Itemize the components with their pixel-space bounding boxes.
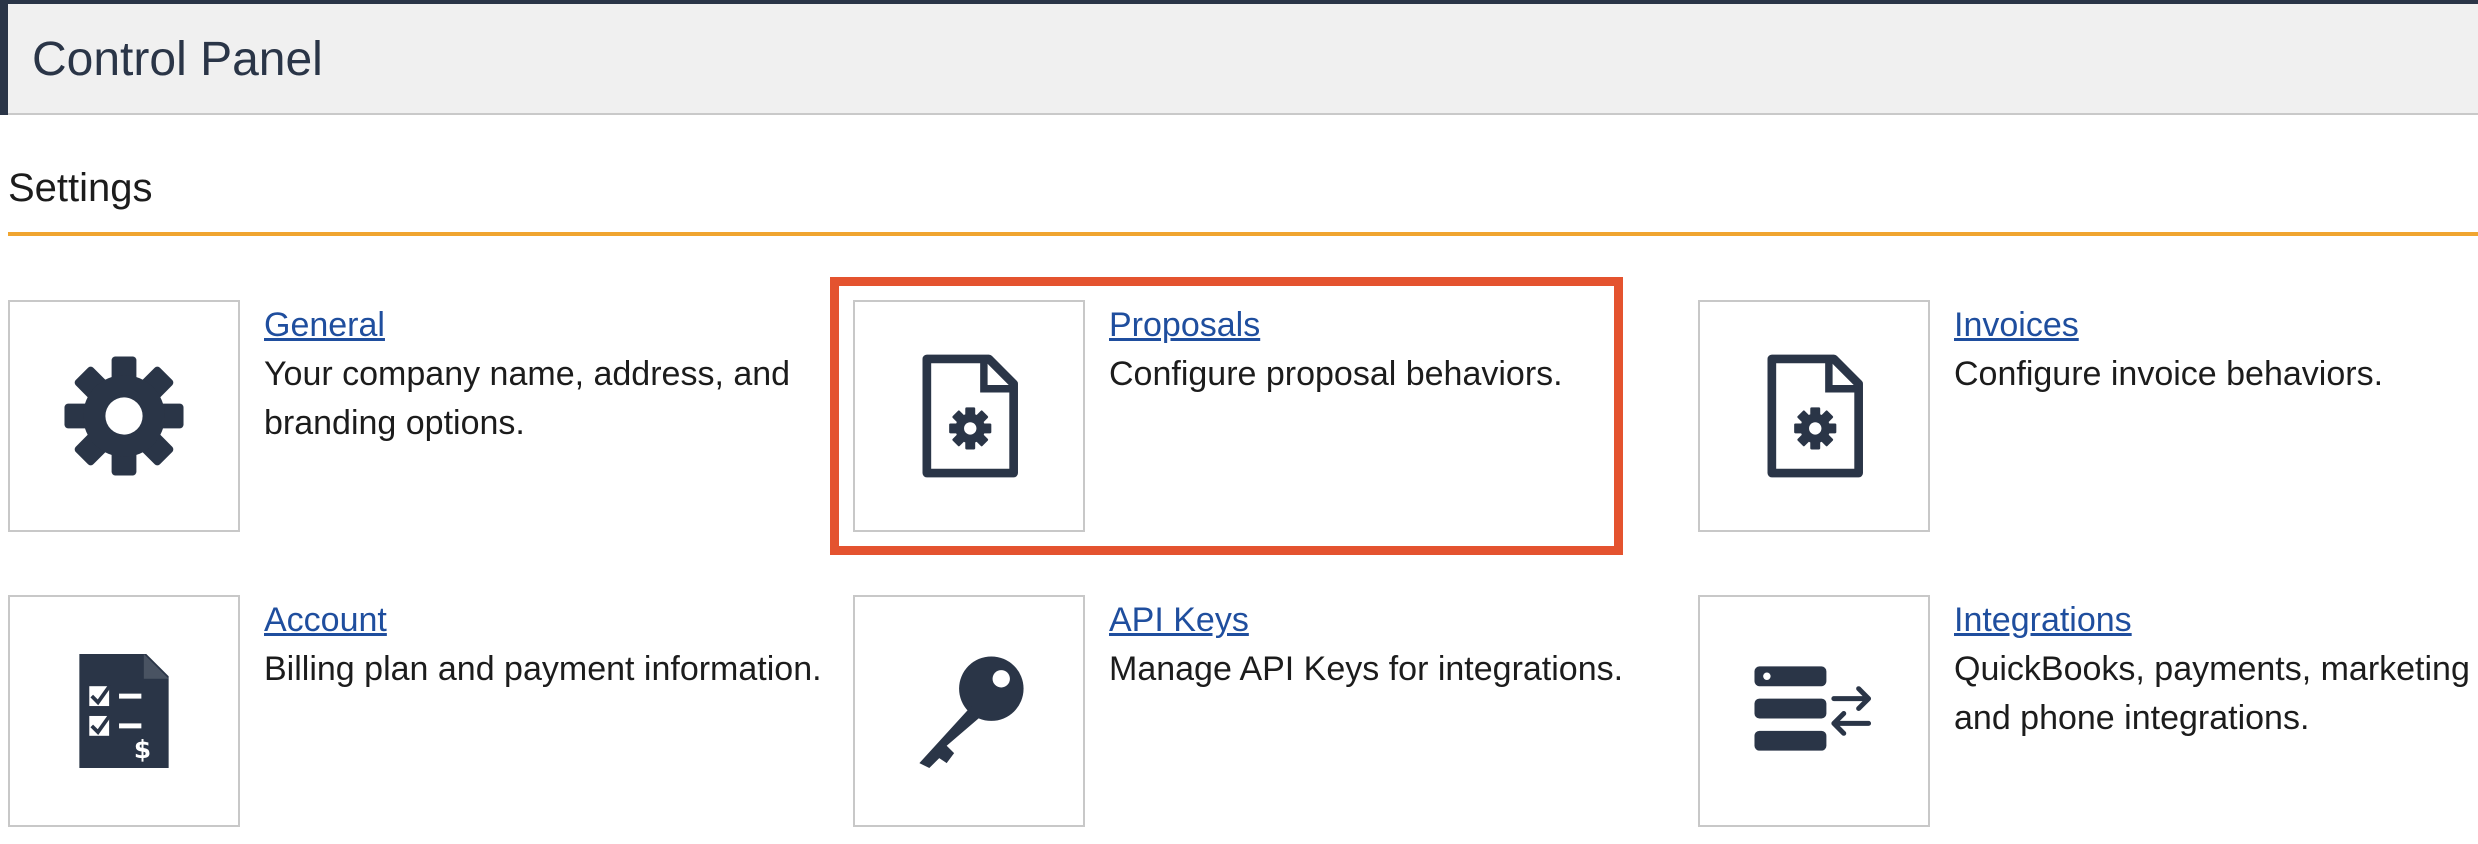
settings-tile-proposals: Proposals Configure proposal behaviors. — [853, 300, 1673, 532]
proposals-link[interactable]: Proposals — [1109, 302, 1260, 348]
settings-tile-account: $ Account Billing plan and payment infor… — [8, 595, 828, 827]
integrations-description: QuickBooks, payments, marketing and phon… — [1954, 650, 2470, 737]
account-description: Billing plan and payment information. — [264, 650, 822, 688]
general-icon-box[interactable] — [8, 300, 240, 532]
integrations-icon-box[interactable] — [1698, 595, 1930, 827]
section-title-settings: Settings — [8, 166, 153, 210]
api-keys-description: Manage API Keys for integrations. — [1109, 650, 1624, 688]
invoices-link[interactable]: Invoices — [1954, 302, 2079, 348]
proposals-icon-box[interactable] — [853, 300, 1085, 532]
checklist-billing-icon: $ — [74, 649, 174, 773]
invoices-description: Configure invoice behaviors. — [1954, 355, 2384, 393]
settings-tile-api-keys: API Keys Manage API Keys for integration… — [853, 595, 1673, 827]
general-link[interactable]: General — [264, 302, 385, 348]
key-icon — [907, 649, 1031, 773]
page-header: Control Panel — [0, 4, 2478, 115]
gear-icon — [62, 354, 186, 478]
api-keys-icon-box[interactable] — [853, 595, 1085, 827]
document-settings-icon — [919, 354, 1019, 478]
invoices-icon-box[interactable] — [1698, 300, 1930, 532]
section-divider — [8, 232, 2478, 236]
account-icon-box[interactable]: $ — [8, 595, 240, 827]
document-settings-icon — [1764, 354, 1864, 478]
settings-tile-integrations: Integrations QuickBooks, payments, marke… — [1698, 595, 2478, 827]
svg-text:$: $ — [134, 735, 151, 764]
general-description: Your company name, address, and branding… — [264, 355, 791, 442]
account-link[interactable]: Account — [264, 597, 387, 643]
integrations-link[interactable]: Integrations — [1954, 597, 2132, 643]
page-title: Control Panel — [32, 33, 323, 86]
proposals-description: Configure proposal behaviors. — [1109, 355, 1563, 393]
api-keys-link[interactable]: API Keys — [1109, 597, 1249, 643]
settings-tile-invoices: Invoices Configure invoice behaviors. — [1698, 300, 2478, 532]
header-accent-bar — [0, 4, 8, 115]
settings-tile-general: General Your company name, address, and … — [8, 300, 828, 532]
server-sync-icon — [1752, 661, 1876, 761]
